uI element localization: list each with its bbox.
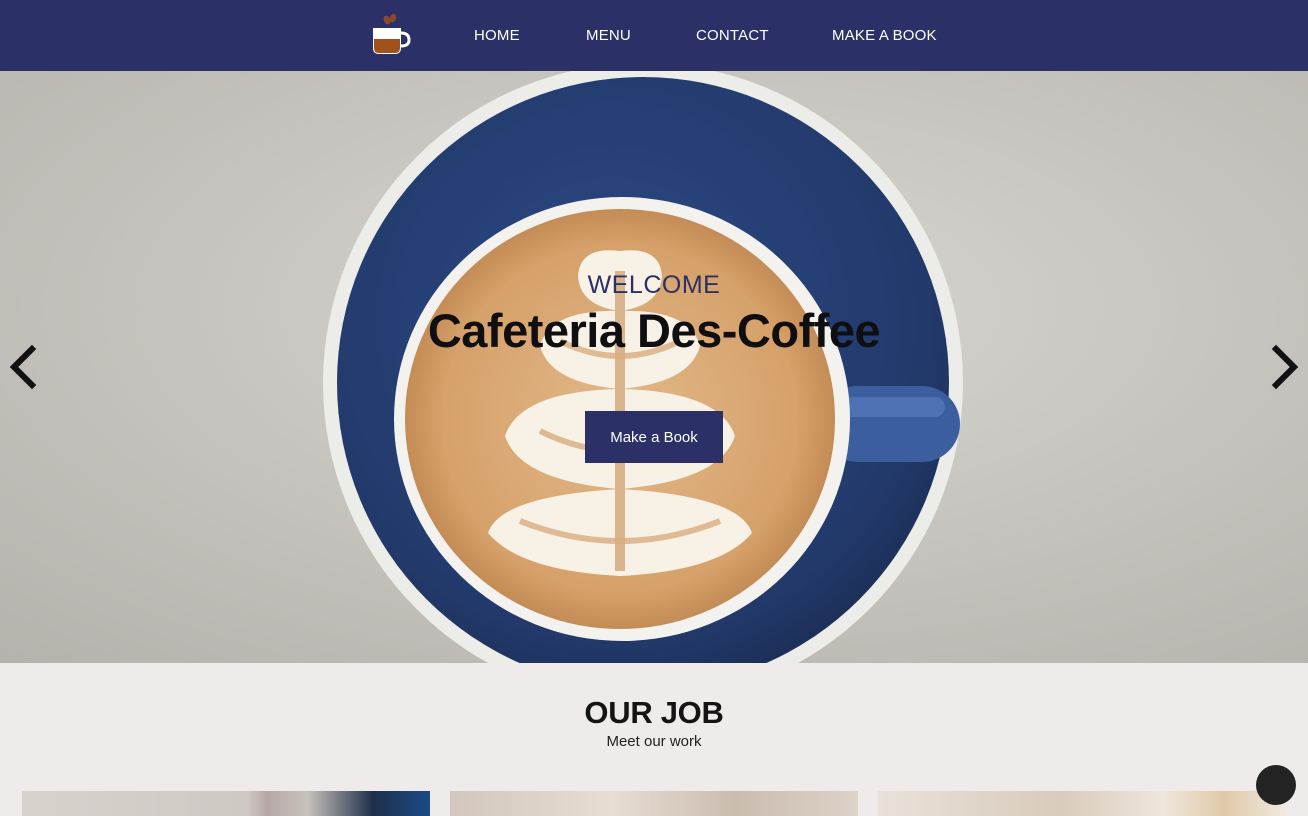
chevron-right-icon[interactable] (1268, 343, 1302, 391)
nav-make-a-book-link[interactable]: MAKE A BOOK (832, 27, 937, 47)
hero-title: Cafeteria Des-Coffee (427, 304, 881, 357)
work-image-card[interactable] (22, 791, 430, 816)
our-job-section: OUR JOB Meet our work (0, 663, 1308, 816)
nav-contact-link[interactable]: CONTACT (696, 27, 769, 47)
chevron-left-icon[interactable] (6, 343, 40, 391)
nav-menu-link[interactable]: MENU (586, 27, 631, 47)
make-a-book-button[interactable]: Make a Book (585, 411, 723, 463)
work-image-card[interactable] (878, 791, 1286, 816)
nav-home-link[interactable]: HOME (474, 27, 520, 47)
hero-welcome-text: WELCOME (587, 271, 721, 299)
hero-coffee-image (0, 71, 1308, 663)
hero-carousel: WELCOME Cafeteria Des-Coffee Make a Book (0, 71, 1308, 663)
section-subtitle: Meet our work (606, 733, 702, 750)
section-title: OUR JOB (584, 695, 724, 730)
work-image-card[interactable] (450, 791, 858, 816)
coffee-cup-logo-icon[interactable] (368, 12, 412, 56)
top-navbar: HOME MENU CONTACT MAKE A BOOK (0, 0, 1308, 71)
chat-bubble-icon[interactable] (1256, 765, 1296, 805)
